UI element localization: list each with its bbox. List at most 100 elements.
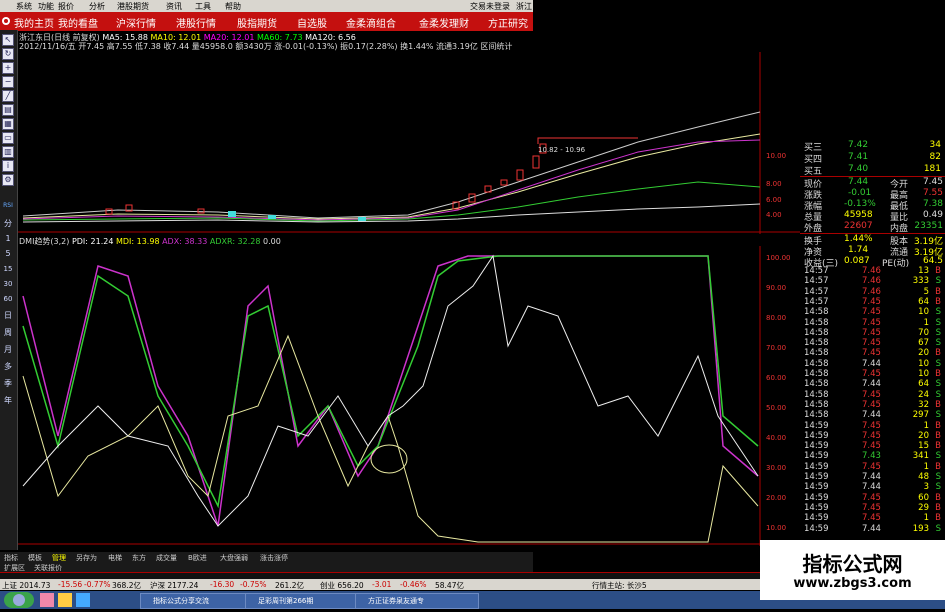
folder-icon[interactable] [58,593,72,607]
toolbar-label-rsi[interactable]: RSI [2,200,14,212]
cursor-icon[interactable]: ↖ [2,34,14,46]
tab-self-select[interactable]: 自选股 [297,15,327,30]
bid-price: 7.40 [848,164,869,174]
sh-pct: -0.77% [84,580,111,589]
tick-volume: 67 [918,338,929,349]
sz-index[interactable]: 沪深 2177.24 [150,580,198,591]
tick-volume: 10 [918,358,929,369]
tab-finance[interactable]: 金柔发理财 [419,15,469,30]
zoom-in-icon[interactable]: + [2,62,14,74]
bottom-tab-bar: 指标 模板 管理 另存为 电梯 东方 成交量 B欧进 大盘强弱 涨击涨停 [0,552,533,562]
dmi-pdi: PDI: 21.24 [71,237,114,246]
tick-volume: 64 [918,296,929,307]
info-icon[interactable]: i [2,160,14,172]
toolbar-label-quarter[interactable]: 季 [2,378,14,390]
dmi-axis-60: 60.00 [766,374,786,382]
task-formula-share[interactable]: 指标公式分享交流 [140,593,254,609]
tick-volume: 10 [918,369,929,379]
tick-time: 14:57 [804,296,829,307]
stat-row: 外盘 22607 内盘 23351 [800,221,945,234]
sh-index[interactable]: 上证 2014.73 [2,580,50,591]
bar-chart-icon[interactable]: ▥ [2,146,14,158]
ma-line-yellow [22,133,761,220]
tick-price: 7.44 [862,410,881,421]
tick-volume: 297 [912,410,929,421]
tick-row: 14:58 7.45 10 S [800,307,945,317]
toolbar-label-day[interactable]: 日 [2,310,14,322]
tab-portfolio[interactable]: 金柔滴组合 [346,15,396,30]
dmi-mdi: MDI: 13.98 [115,237,160,246]
bid-price: 7.41 [848,152,869,162]
tick-volume: 5 [923,286,929,297]
stat-value: -0.13% [844,199,876,209]
cy-change: -3.01 [372,580,392,589]
server-status[interactable]: 行情主站: 长沙5 [592,580,647,591]
zoom-out-icon[interactable]: − [2,76,14,88]
tick-time: 14:58 [804,379,829,390]
menu-item-quote[interactable]: 报价 [58,1,74,12]
menu-item-hk-futures[interactable]: 港股期货 [117,1,149,12]
toolbar-label-5[interactable]: 5 [2,248,14,260]
stat-value: 64.5 [922,256,943,266]
dmi-adxr: ADXR: 32.28 [209,237,261,246]
stat-value: 0.49 [922,210,943,220]
logo-icon [2,17,10,25]
tick-price: 7.44 [862,379,881,390]
kline-chart[interactable]: 10.82 - 10.96 10.00 8.00 6.00 4.00 [18,52,800,234]
stat-value: 7.45 [922,177,943,187]
tab-index-futures[interactable]: 股指期货 [237,15,277,30]
menu-item-system[interactable]: 系统 [16,1,32,12]
menu-item-analysis[interactable]: 分析 [89,1,105,12]
dmi-chart[interactable]: 100.00 90.00 80.00 70.00 60.00 50.00 40.… [18,246,800,546]
quicklaunch-icon[interactable] [40,593,54,607]
toolbar-label-minute[interactable]: 分 [2,218,14,230]
tick-side: S [935,327,941,338]
menu-bar: 系统 功能 报价 分析 港股期货 资讯 工具 帮助 交易未登录 浙江 [0,0,533,12]
dmi-axis-20: 20.00 [766,494,786,502]
candle [268,215,276,219]
cy-index[interactable]: 创业 656.20 [320,580,364,591]
nav-bar: 我的主页 我的看盘 沪深行情 港股行情 股指期货 自选股 金柔滴组合 金柔发理财… [12,12,533,31]
watermark-url: www.zbgs3.com [793,576,912,591]
start-button[interactable] [4,592,34,608]
toolbar-label-multi[interactable]: 多 [2,361,14,373]
toolbar-label-week[interactable]: 周 [2,327,14,339]
chart-icon[interactable]: ▤ [2,104,14,116]
tick-price: 7.45 [862,420,881,431]
app-logo [0,12,12,31]
menu-item-help[interactable]: 帮助 [225,1,241,12]
cy-pct: -0.46% [400,580,427,589]
tick-side: B [935,430,941,441]
toolbar-label-30[interactable]: 30 [2,278,14,290]
grid-icon[interactable]: ▦ [2,118,14,130]
tick-row: 14:58 7.45 10 B [800,369,945,379]
tick-side: B [935,461,941,472]
tick-side: S [935,472,941,482]
login-status[interactable]: 交易未登录 [470,1,510,12]
toolbar-label-1[interactable]: 1 [2,233,14,245]
tick-time: 14:59 [804,430,829,441]
menu-item-tools[interactable]: 工具 [195,1,211,12]
toolbar-label-60[interactable]: 60 [2,293,14,305]
settings-icon[interactable]: ⚙ [2,174,14,186]
line-tool-icon[interactable]: ╱ [2,90,14,102]
tab-my-watch[interactable]: 我的看盘 [58,15,98,30]
tab-home[interactable]: 我的主页 [14,15,54,30]
toolbar-label-year[interactable]: 年 [2,395,14,407]
menu-item-function[interactable]: 功能 [38,1,54,12]
toolbar-label-15[interactable]: 15 [2,263,14,275]
browser-icon[interactable] [76,593,90,607]
menu-item-news[interactable]: 资讯 [166,1,182,12]
stat-value: 0.087 [844,256,870,266]
task-lottery[interactable]: 足彩周刊第266期 [245,593,364,609]
tab-hk[interactable]: 港股行情 [176,15,216,30]
tab-sh-sz[interactable]: 沪深行情 [116,15,156,30]
tick-volume: 1 [923,461,929,472]
price-axis-6: 6.00 [766,196,782,204]
refresh-icon[interactable]: ↻ [2,48,14,60]
bottom-tab-bar-2: 扩展区 关联报价 [0,562,533,572]
tab-research[interactable]: 方正研究 [488,15,528,30]
window-icon[interactable]: ▭ [2,132,14,144]
toolbar-label-month[interactable]: 月 [2,344,14,356]
task-founder[interactable]: 方正证券泉友通专 [355,593,479,609]
